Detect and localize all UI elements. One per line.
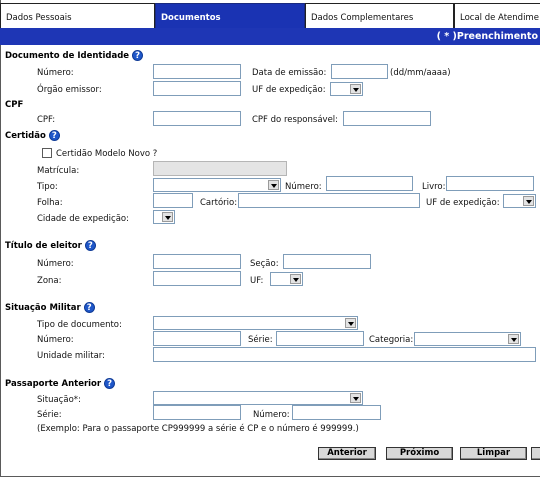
section-title: Certidão <box>5 131 46 141</box>
matricula-label: Matrícula: <box>37 166 80 176</box>
secao-label: Seção: <box>250 259 279 269</box>
chevron-down-icon <box>523 196 534 206</box>
passaporte-numero-label: Número: <box>253 410 290 420</box>
identidade-uf-select[interactable] <box>330 82 363 96</box>
categoria-select[interactable] <box>414 332 521 346</box>
help-icon[interactable]: ? <box>132 50 144 61</box>
cidade-expedicao-label: Cidade de expedição: <box>37 214 129 224</box>
cpf-label: CPF: <box>37 115 56 125</box>
situacao-label: Situação*: <box>37 395 81 405</box>
chevron-down-icon <box>162 212 173 222</box>
certidao-modelo-novo-checkbox[interactable] <box>42 148 52 158</box>
cartorio-label: Cartório: <box>200 198 238 208</box>
chevron-down-icon <box>268 180 279 190</box>
passaporte-numero-input[interactable] <box>292 405 381 420</box>
categoria-label: Categoria: <box>369 335 414 345</box>
tab-local-atendimento[interactable]: Local de Atendime <box>454 3 540 28</box>
certidao-uf-label: UF de expedição: <box>426 198 500 208</box>
tab-dados-complementares[interactable]: Dados Complementares <box>305 3 454 28</box>
chevron-down-icon <box>290 274 301 284</box>
militar-serie-input[interactable] <box>276 331 364 346</box>
unidade-militar-label: Unidade militar: <box>37 351 106 361</box>
help-icon[interactable]: ? <box>83 302 95 313</box>
section-title: CPF <box>5 100 24 110</box>
livro-input[interactable] <box>446 176 534 191</box>
militar-numero-label: Número: <box>37 335 74 345</box>
zona-label: Zona: <box>37 276 62 286</box>
proximo-button[interactable]: Próximo <box>386 447 453 460</box>
folha-input[interactable] <box>153 193 193 208</box>
help-icon[interactable]: ? <box>48 130 60 141</box>
section-identidade: Documento de Identidade? <box>5 50 144 61</box>
chevron-down-icon <box>345 318 356 328</box>
secao-input[interactable] <box>283 254 371 269</box>
section-cpf: CPF <box>5 100 23 110</box>
data-emissao-input[interactable] <box>331 64 388 79</box>
certidao-uf-select[interactable] <box>503 194 536 208</box>
certidao-numero-label: Número: <box>285 182 322 192</box>
cartorio-input[interactable] <box>238 193 420 208</box>
section-titulo-eleitor: Título de eleitor? <box>5 240 96 251</box>
militar-numero-input[interactable] <box>153 331 241 346</box>
passaporte-example-note: (Exemplo: Para o passaporte CP999999 a s… <box>37 424 359 434</box>
identidade-numero-label: Número: <box>37 68 74 78</box>
section-situacao-militar: Situação Militar? <box>5 302 95 313</box>
militar-serie-label: Série: <box>248 335 273 345</box>
certidao-tipo-label: Tipo: <box>37 182 58 192</box>
tab-bar: Dados Pessoais Documentos Dados Compleme… <box>0 0 540 28</box>
cpf-responsavel-label: CPF do responsável: <box>252 115 339 125</box>
section-title: Situação Militar <box>5 303 81 313</box>
certidao-modelo-novo-label: Certidão Modelo Novo ? <box>56 149 158 159</box>
cpf-input[interactable] <box>153 111 241 126</box>
limpar-button[interactable]: Limpar <box>460 447 527 460</box>
unidade-militar-input[interactable] <box>153 347 536 362</box>
identidade-numero-input[interactable] <box>153 64 241 79</box>
passaporte-serie-input[interactable] <box>153 405 241 420</box>
folha-label: Folha: <box>37 198 63 208</box>
chevron-down-icon <box>508 334 519 344</box>
tab-documentos[interactable]: Documentos <box>155 3 305 28</box>
chevron-down-icon <box>350 393 361 403</box>
help-icon[interactable]: ? <box>104 378 116 389</box>
titulo-numero-input[interactable] <box>153 254 241 269</box>
data-emissao-label: Data de emissão: <box>252 68 327 78</box>
titulo-uf-select[interactable] <box>270 272 303 286</box>
cpf-responsavel-input[interactable] <box>343 111 431 126</box>
section-title: Documento de Identidade <box>5 51 130 61</box>
data-format-hint: (dd/mm/aaaa) <box>390 68 451 78</box>
certidao-tipo-select[interactable] <box>153 178 281 192</box>
anterior-button[interactable]: Anterior <box>318 447 376 460</box>
livro-label: Livro: <box>422 182 446 192</box>
extra-button[interactable] <box>531 447 540 460</box>
tab-dados-pessoais[interactable]: Dados Pessoais <box>0 3 155 28</box>
section-title: Título de eleitor <box>5 241 82 251</box>
cidade-expedicao-select[interactable] <box>153 210 175 224</box>
tipo-documento-select[interactable] <box>153 316 358 330</box>
tipo-documento-label: Tipo de documento: <box>37 320 122 330</box>
orgao-emissor-input[interactable] <box>153 81 241 96</box>
identidade-uf-label: UF de expedição: <box>252 85 326 95</box>
passaporte-serie-label: Série: <box>37 410 62 420</box>
section-certidao: Certidão? <box>5 130 60 141</box>
titulo-numero-label: Número: <box>37 259 74 269</box>
titulo-uf-label: UF: <box>250 276 264 286</box>
section-passaporte: Passaporte Anterior? <box>5 378 116 389</box>
zona-input[interactable] <box>153 271 241 286</box>
chevron-down-icon <box>350 84 361 94</box>
section-title: Passaporte Anterior <box>5 379 102 389</box>
certidao-numero-input[interactable] <box>326 176 413 191</box>
situacao-select[interactable] <box>153 391 363 405</box>
required-banner: ( * )Preenchimento <box>0 28 540 45</box>
help-icon[interactable]: ? <box>84 240 96 251</box>
orgao-emissor-label: Órgão emissor: <box>37 85 102 95</box>
matricula-input[interactable] <box>153 161 287 176</box>
